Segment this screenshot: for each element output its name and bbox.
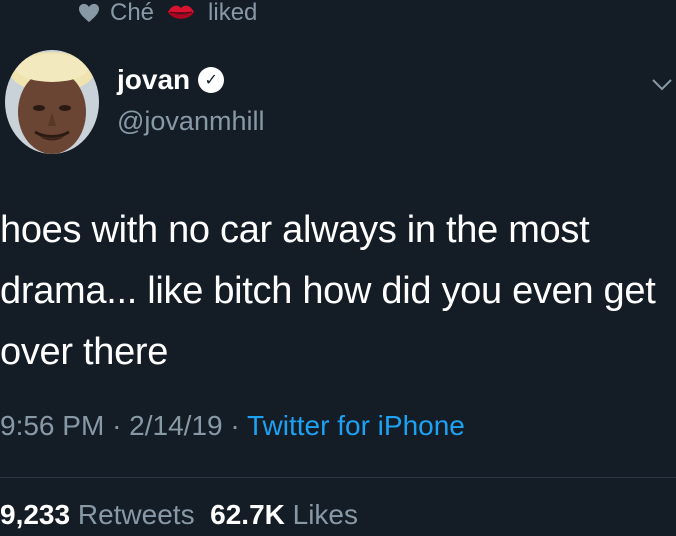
- tweet-meta: 9:56 PM · 2/14/19 · Twitter for iPhone: [0, 410, 465, 442]
- liked-action: liked: [208, 0, 258, 26]
- social-context: Ché liked: [78, 0, 257, 26]
- verified-badge-icon: ✓: [198, 67, 225, 93]
- chevron-down-icon[interactable]: [652, 78, 672, 96]
- tweet-source-link[interactable]: Twitter for iPhone: [247, 410, 465, 441]
- tweet-time[interactable]: 9:56 PM: [0, 410, 104, 441]
- tweet-stats: 9,233 Retweets 62.7K Likes: [0, 499, 358, 531]
- author-name-row[interactable]: jovan ✓: [117, 64, 225, 96]
- author-name[interactable]: jovan: [117, 64, 190, 96]
- likes-label: Likes: [292, 499, 359, 530]
- avatar[interactable]: [5, 50, 99, 154]
- author-handle[interactable]: @jovanmhill: [117, 106, 264, 137]
- liked-by-name[interactable]: Ché: [110, 0, 154, 26]
- meta-separator: ·: [112, 410, 122, 441]
- lips-icon: [166, 2, 196, 24]
- retweets-count: 9,233: [0, 499, 71, 530]
- tweet-date[interactable]: 2/14/19: [129, 410, 222, 441]
- tweet-text: hoes with no car always in the most dram…: [0, 200, 676, 383]
- retweets-stat[interactable]: 9,233 Retweets: [0, 499, 195, 530]
- retweets-label: Retweets: [77, 499, 195, 530]
- tweet-line: drama... like bitch how did you even get: [0, 270, 656, 312]
- divider: [0, 477, 676, 478]
- meta-separator: ·: [230, 410, 240, 441]
- heart-icon: [78, 3, 100, 23]
- tweet-line: over there: [0, 331, 169, 373]
- likes-count: 62.7K: [210, 499, 285, 530]
- likes-stat[interactable]: 62.7K Likes: [210, 499, 358, 530]
- tweet-line: hoes with no car always in the most: [0, 209, 590, 251]
